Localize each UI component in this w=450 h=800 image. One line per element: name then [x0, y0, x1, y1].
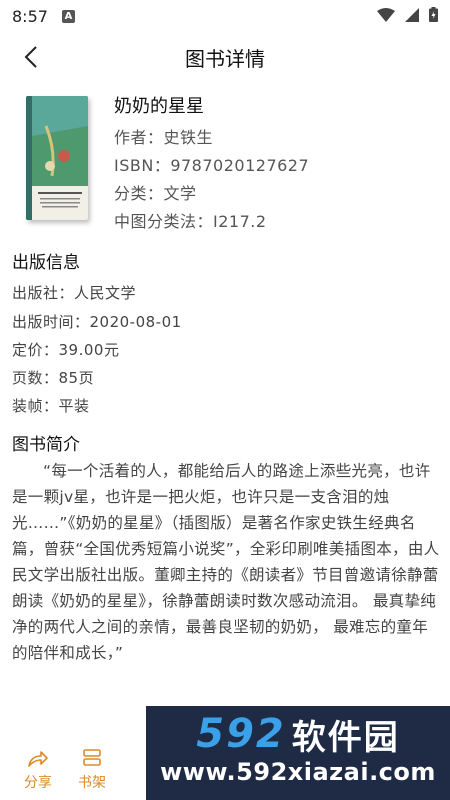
share-icon	[28, 751, 48, 767]
status-bar: 8:57 A	[0, 0, 450, 32]
status-time: 8:57	[12, 6, 48, 26]
share-label: 分享	[24, 775, 52, 791]
watermark-url: www.592xiazai.com	[160, 758, 436, 786]
watermark-number: 592	[196, 711, 286, 757]
page-count: 页数：85页	[12, 369, 95, 387]
bookshelf-icon	[83, 749, 101, 766]
status-icons	[377, 6, 438, 26]
publication-section-title: 出版信息	[12, 253, 80, 273]
page-title: 图书详情	[185, 46, 265, 71]
watermark-brand: 软件园	[291, 717, 400, 758]
signal-icon	[405, 7, 419, 26]
introduction-section-title: 图书简介	[12, 435, 80, 455]
publisher: 出版社：人民文学	[12, 284, 137, 302]
notification-icon: A	[61, 9, 75, 23]
book-title: 奶奶的星星	[114, 96, 204, 117]
share-button[interactable]: 分享	[18, 748, 58, 792]
bookshelf-label: 书架	[78, 775, 106, 791]
watermark-logo: 592 软件园	[146, 711, 450, 758]
book-cover-image[interactable]	[26, 96, 88, 220]
binding: 装帧：平装	[12, 397, 90, 415]
chevron-left-icon	[24, 46, 37, 68]
introduction-text: “每一个活着的人，都能给后人的路途上添些光亮，也许是一颗jv星，也许是一把火炬，…	[12, 462, 440, 662]
book-isbn: ISBN：9787020127627	[114, 156, 310, 175]
publish-date: 出版时间：2020-08-01	[12, 313, 182, 331]
book-clc: 中图分类法：I217.2	[114, 212, 267, 231]
price: 定价：39.00元	[12, 341, 120, 359]
app-header: 图书详情	[0, 32, 450, 82]
site-watermark: 592 软件园 www.592xiazai.com	[146, 706, 450, 800]
book-author: 作者：史铁生	[114, 128, 214, 147]
book-meta: 奶奶的星星 作者：史铁生 ISBN：9787020127627 分类：文学 中图…	[114, 94, 309, 236]
book-category: 分类：文学	[114, 184, 197, 203]
battery-icon	[429, 6, 438, 26]
wifi-icon	[377, 7, 395, 26]
back-button[interactable]	[14, 40, 48, 74]
book-info: 奶奶的星星 作者：史铁生 ISBN：9787020127627 分类：文学 中图…	[0, 92, 450, 232]
bookshelf-button[interactable]: 书架	[72, 748, 112, 792]
